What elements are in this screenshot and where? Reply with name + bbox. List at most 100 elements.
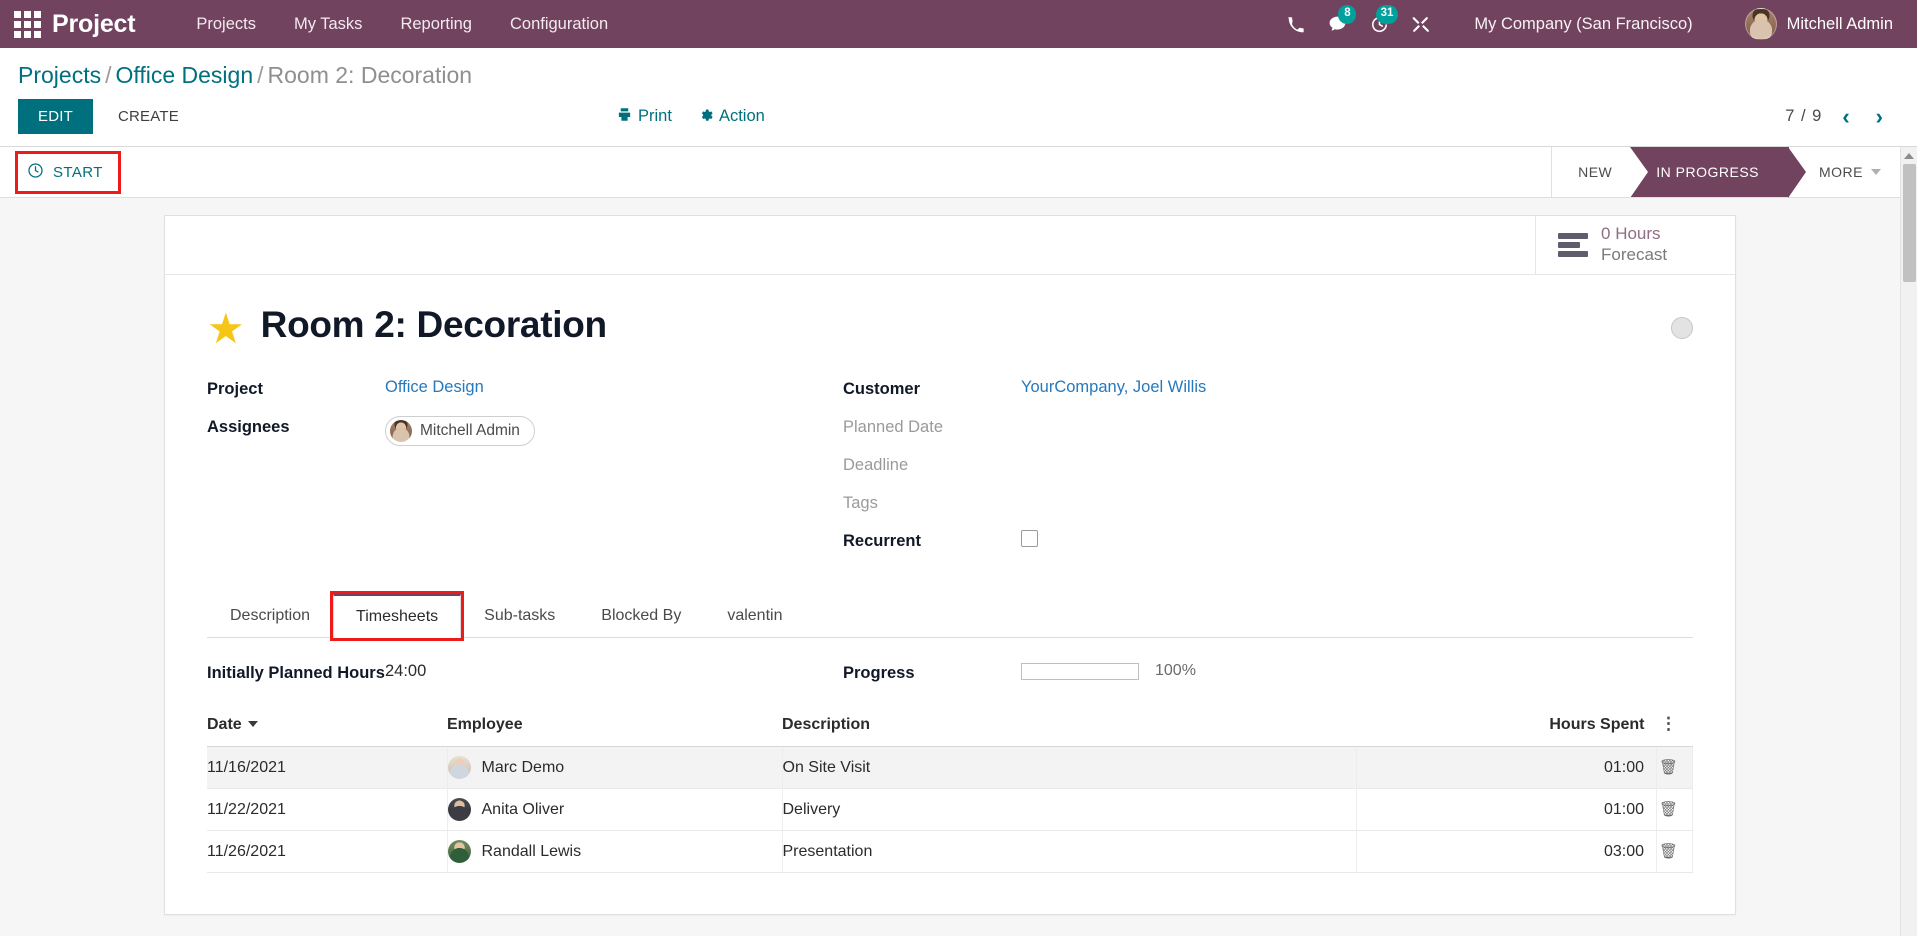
phone-icon[interactable] xyxy=(1274,0,1316,48)
pager-previous-button[interactable]: ‹ xyxy=(1836,104,1855,130)
column-header-hours-spent[interactable]: Hours Spent xyxy=(1356,705,1657,747)
create-button[interactable]: CREATE xyxy=(101,99,196,134)
form-sheet: 0 Hours Forecast ★ Room 2: Decoration Pr… xyxy=(164,215,1736,915)
main-menu: Projects My Tasks Reporting Configuratio… xyxy=(177,1,627,48)
cell-description[interactable]: Presentation xyxy=(782,830,1357,873)
stage-in-progress[interactable]: IN PROGRESS xyxy=(1630,147,1806,198)
notebook: Description Timesheets Sub-tasks Blocked… xyxy=(207,591,1693,873)
customer-link[interactable]: YourCompany, Joel Willis xyxy=(1021,378,1206,396)
column-options-button[interactable]: ⋮ xyxy=(1656,705,1693,747)
content-area: START NEW IN PROGRESS MORE 0 Hours Forec… xyxy=(0,147,1917,936)
trash-icon[interactable]: 🗑 xyxy=(1659,843,1678,860)
scrollbar-thumb[interactable] xyxy=(1903,164,1916,282)
stage-new-label: NEW xyxy=(1578,164,1613,180)
employee-name: Randall Lewis xyxy=(481,842,582,860)
control-panel: Projects / Office Design / Room 2: Decoratio… xyxy=(0,48,1917,147)
employee-name: Marc Demo xyxy=(481,758,565,776)
project-link[interactable]: Office Design xyxy=(385,378,484,396)
stat-buttons-box: 0 Hours Forecast xyxy=(165,216,1735,275)
cell-hours-spent[interactable]: 01:00 xyxy=(1356,788,1657,831)
chevron-down-icon xyxy=(1871,169,1881,175)
cell-date[interactable]: 11/26/2021 xyxy=(207,830,448,873)
breadcrumb-item-projects[interactable]: Projects xyxy=(18,62,101,88)
cell-description[interactable]: On Site Visit xyxy=(782,746,1357,789)
assignee-tag[interactable]: Mitchell Admin xyxy=(385,416,535,446)
timesheets-table-body: 11/16/2021 Marc Demo On Site Visit 01:00… xyxy=(207,746,1693,873)
cell-hours-spent[interactable]: 01:00 xyxy=(1356,746,1657,789)
activities-clock-icon[interactable]: 31 xyxy=(1358,0,1400,48)
table-header-row: Date Employee Description Hours Spent ⋮ xyxy=(207,705,1693,747)
cell-date[interactable]: 11/16/2021 xyxy=(207,746,448,789)
cell-description[interactable]: Delivery xyxy=(782,788,1357,831)
recurrent-checkbox[interactable] xyxy=(1021,530,1038,547)
menu-item-configuration[interactable]: Configuration xyxy=(491,1,627,48)
value-deadline[interactable] xyxy=(1021,454,1693,475)
table-row[interactable]: 11/26/2021 Randall Lewis Presentation 03… xyxy=(207,830,1693,873)
kanban-state-icon[interactable] xyxy=(1671,317,1693,339)
value-initially-planned-hours[interactable]: 24:00 xyxy=(385,662,827,683)
label-progress: Progress xyxy=(843,664,915,682)
tab-timesheets[interactable]: Timesheets xyxy=(330,591,465,641)
page-title: Room 2: Decoration xyxy=(260,304,607,345)
trash-icon[interactable]: 🗑 xyxy=(1659,759,1678,776)
stage-selector: NEW IN PROGRESS MORE xyxy=(1551,147,1917,198)
messages-badge: 8 xyxy=(1338,5,1357,24)
print-button[interactable]: Print xyxy=(617,107,672,127)
cell-employee[interactable]: Marc Demo xyxy=(447,746,783,789)
arrow-up-icon xyxy=(1904,152,1914,159)
action-button[interactable]: Action xyxy=(698,107,765,127)
menu-item-my-tasks[interactable]: My Tasks xyxy=(275,1,381,48)
start-button[interactable]: START xyxy=(15,150,121,194)
stage-in-progress-label: IN PROGRESS xyxy=(1656,164,1759,180)
menu-item-reporting[interactable]: Reporting xyxy=(381,1,491,48)
stage-new[interactable]: NEW xyxy=(1552,147,1630,197)
scroll-up-button[interactable] xyxy=(1901,147,1917,164)
breadcrumb-separator-2: / xyxy=(257,62,264,88)
gear-icon xyxy=(698,107,713,127)
label-deadline: Deadline xyxy=(843,456,909,474)
progress-percent-label: 100% xyxy=(1155,662,1196,679)
tab-blocked-by[interactable]: Blocked By xyxy=(578,594,704,638)
forecast-stat-button[interactable]: 0 Hours Forecast xyxy=(1535,216,1735,274)
column-header-date[interactable]: Date xyxy=(207,705,447,747)
messages-icon[interactable]: 8 xyxy=(1316,0,1358,48)
table-row[interactable]: 11/22/2021 Anita Oliver Delivery 01:00 🗑 xyxy=(207,788,1693,831)
form-fields: Project Office Design Assignees Mitchell… xyxy=(207,378,1693,552)
cell-employee[interactable]: Anita Oliver xyxy=(447,788,783,831)
cell-date[interactable]: 11/22/2021 xyxy=(207,788,448,831)
app-brand-project[interactable]: Project xyxy=(52,10,136,39)
top-navbar: Project Projects My Tasks Reporting Conf… xyxy=(0,0,1917,48)
tab-sub-tasks[interactable]: Sub-tasks xyxy=(461,594,578,638)
label-tags: Tags xyxy=(843,494,878,512)
apps-grid-icon[interactable] xyxy=(10,7,44,41)
cell-delete[interactable]: 🗑 xyxy=(1656,830,1693,873)
label-project: Project xyxy=(207,380,263,398)
cell-hours-spent[interactable]: 03:00 xyxy=(1356,830,1657,873)
tab-valentin[interactable]: valentin xyxy=(704,594,805,638)
column-header-employee[interactable]: Employee xyxy=(447,705,782,747)
developer-tools-icon[interactable] xyxy=(1400,0,1442,48)
sort-descending-icon xyxy=(247,721,258,728)
pager-next-button[interactable]: › xyxy=(1870,104,1889,130)
value-planned-date[interactable] xyxy=(1021,416,1693,437)
value-tags[interactable] xyxy=(1021,492,1693,513)
print-label: Print xyxy=(638,107,672,125)
column-header-description[interactable]: Description xyxy=(782,705,1357,747)
company-switcher[interactable]: My Company (San Francisco) xyxy=(1458,1,1708,48)
breadcrumb-item-office-design[interactable]: Office Design xyxy=(115,62,253,88)
vertical-scrollbar[interactable] xyxy=(1900,147,1917,936)
star-icon[interactable]: ★ xyxy=(207,308,245,350)
edit-button[interactable]: EDIT xyxy=(18,99,93,134)
cell-delete[interactable]: 🗑 xyxy=(1656,788,1693,831)
column-header-date-label: Date xyxy=(207,715,242,733)
cell-delete[interactable]: 🗑 xyxy=(1656,746,1693,789)
breadcrumb: Projects / Office Design / Room 2: Decoratio… xyxy=(0,48,1917,99)
tab-description[interactable]: Description xyxy=(207,594,333,638)
menu-item-projects[interactable]: Projects xyxy=(177,1,275,48)
user-menu[interactable]: Mitchell Admin xyxy=(1733,2,1903,46)
table-row[interactable]: 11/16/2021 Marc Demo On Site Visit 01:00… xyxy=(207,746,1693,789)
timesheets-summary: Initially Planned Hours 24:00 Progress 1… xyxy=(207,662,1693,705)
cell-employee[interactable]: Randall Lewis xyxy=(447,830,783,873)
trash-icon[interactable]: 🗑 xyxy=(1659,801,1678,818)
label-recurrent: Recurrent xyxy=(843,532,921,550)
